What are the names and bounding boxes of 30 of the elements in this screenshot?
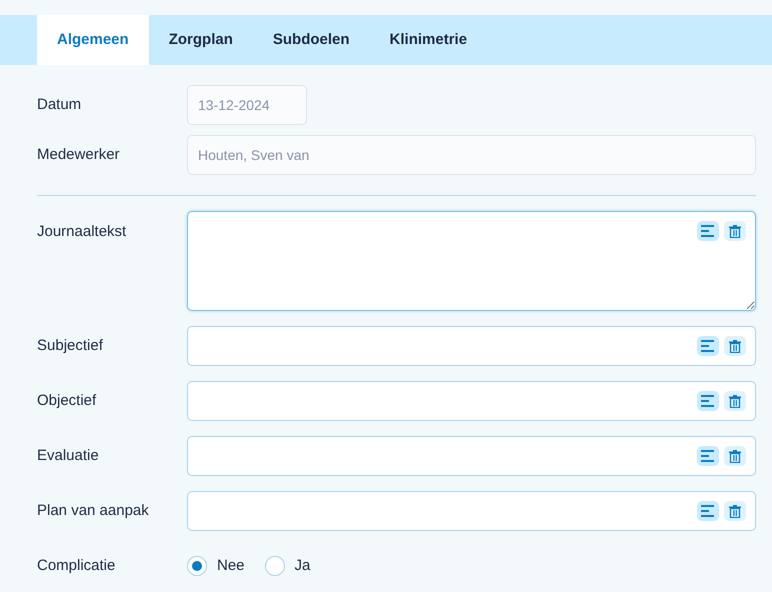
radio-button[interactable] [264,556,285,576]
field-label: Subjectief [37,336,104,356]
tab[interactable]: Zorgplan [148,15,253,65]
field-label: Evaluatie [37,446,100,466]
input-field[interactable] [187,491,756,531]
radio-label[interactable]: Ja [294,554,310,578]
input-field[interactable] [187,436,756,476]
input-field[interactable] [187,381,756,421]
field-label: Medewerker [37,144,121,165]
trash-icon[interactable] [724,221,746,241]
align-left-icon[interactable] [697,391,719,411]
field-label: Journaaltekst [37,222,128,242]
tab[interactable]: Algemeen [37,15,149,65]
align-left-icon[interactable] [697,336,719,356]
trash-icon[interactable] [724,391,746,411]
field-label: Datum [37,94,82,115]
trash-icon[interactable] [724,446,746,466]
align-left-icon[interactable] [697,221,719,241]
field-label: Plan van aanpak [37,500,150,521]
trash-icon[interactable] [724,336,746,356]
trash-icon[interactable] [724,501,746,521]
radio-button[interactable] [187,556,207,576]
field-label: Complicatie [37,556,116,576]
input-field[interactable] [187,326,756,366]
tab[interactable]: Klinimetrie [370,15,488,65]
field-label: Objectief [37,390,98,411]
align-left-icon[interactable] [697,501,719,521]
tab[interactable]: Subdoelen [252,15,370,65]
radio-label[interactable]: Nee [217,554,245,578]
align-left-icon[interactable] [697,446,719,466]
